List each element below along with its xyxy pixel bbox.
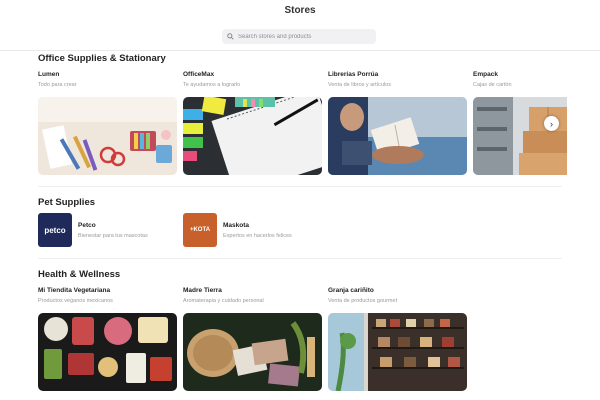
store-card-empack[interactable]: Empack Cajas de cartón [473,71,512,88]
store-name: Empack [473,71,498,78]
store-image-porrua[interactable] [328,97,467,175]
maskota-logo[interactable]: +KOTA [183,213,217,247]
section-title-health: Health & Wellness [38,269,121,280]
store-card-officemax[interactable]: OfficeMax Te ayudamos a lograrlo [183,71,240,88]
store-description: Aromaterapia y cuidado personal [183,298,264,304]
store-image-officemax[interactable] [183,97,322,175]
store-card-porrua[interactable]: Librerías Porrúa Venta de libros y artíc… [328,71,391,88]
carousel-next-button[interactable]: › [544,116,559,131]
store-description: Cajas de cartón [473,82,512,88]
store-description: Todo para crear [38,82,77,88]
store-card-lumen[interactable]: Lumen Todo para crear [38,71,77,88]
store-name: Granja cariñito [328,287,374,294]
store-image-lumen[interactable] [38,97,177,175]
store-name: Maskota [223,222,250,229]
store-image-madre-tierra[interactable] [183,313,322,391]
store-name: Librerías Porrúa [328,71,379,78]
store-description: Venta de productos gourmet [328,298,398,304]
store-card-madre-tierra[interactable]: Madre Tierra Aromaterapia y cuidado pers… [183,287,264,304]
store-description: Expertos en hacerlos felices [223,233,292,239]
store-name: Madre Tierra [183,287,222,294]
store-card-tiendita[interactable]: Mi Tiendita Vegetariana Productos vegano… [38,287,113,304]
petco-logo-text: petco [44,225,66,235]
search-bar[interactable] [222,29,376,44]
store-description: Bienestar para tus mascotas [78,233,148,239]
page-title: Stores [284,5,316,16]
petco-logo[interactable]: petco [38,213,72,247]
store-name: Petco [78,222,96,229]
store-name: Lumen [38,71,60,78]
section-title-office: Office Supplies & Stationary [38,53,166,64]
store-description: Te ayudamos a lograrlo [183,82,241,88]
store-name: OfficeMax [183,71,215,78]
section-title-pet: Pet Supplies [38,197,96,208]
store-name: Mi Tiendita Vegetariana [38,287,111,294]
maskota-logo-text: +KOTA [189,227,211,233]
search-input[interactable] [234,33,368,40]
store-image-granja[interactable] [328,313,467,391]
store-card-petco[interactable]: Petco Bienestar para tus mascotas [78,222,148,239]
store-description: Venta de libros y artículos [328,82,391,88]
section-divider [38,258,562,259]
store-card-maskota[interactable]: Maskota Expertos en hacerlos felices [223,222,292,239]
search-icon [227,33,234,40]
store-description: Productos veganos mexicanos [38,298,113,304]
store-image-tiendita[interactable] [38,313,177,391]
store-card-granja[interactable]: Granja cariñito Venta de productos gourm… [328,287,397,304]
top-bar: Stores [0,0,600,51]
section-divider [38,186,562,187]
store-image-empack[interactable] [473,97,567,175]
